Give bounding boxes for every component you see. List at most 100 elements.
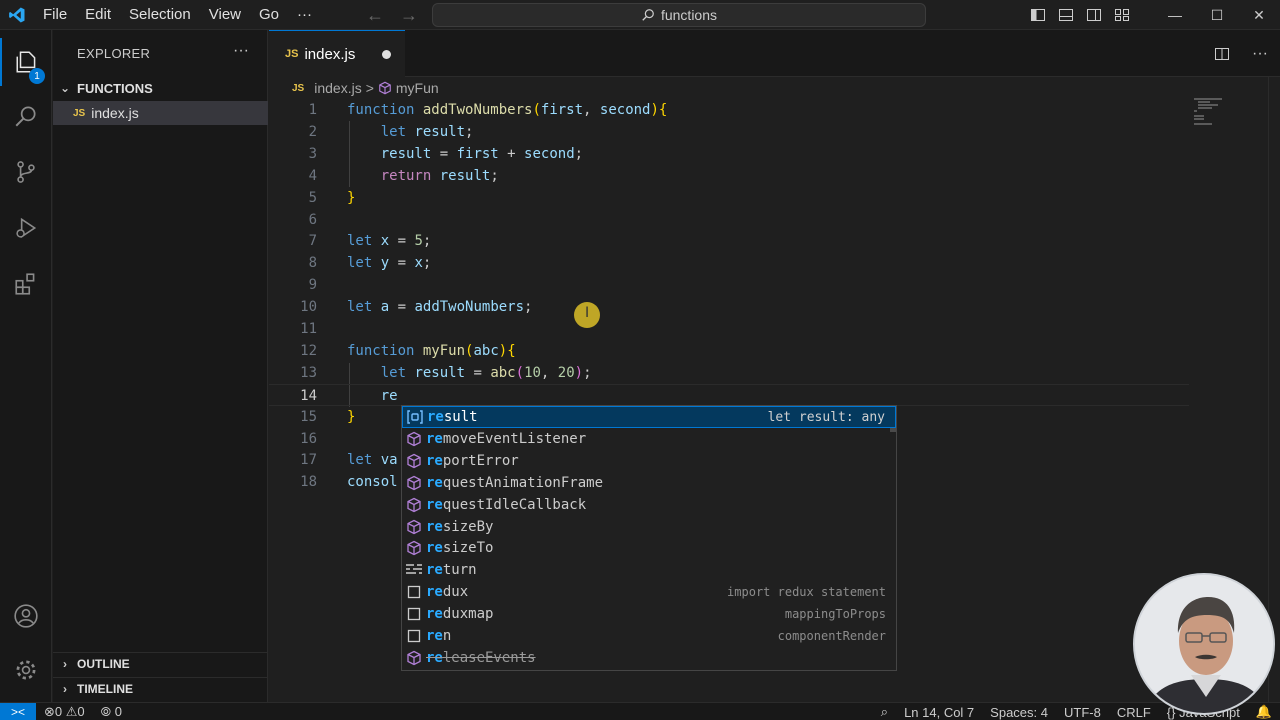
suggestion-item[interactable]: redux import redux statement xyxy=(402,581,896,603)
explorer-icon[interactable]: 1 xyxy=(0,38,52,86)
run-debug-icon[interactable] xyxy=(0,204,52,252)
close-icon[interactable]: ✕ xyxy=(1238,0,1280,30)
code-line[interactable]: 5} xyxy=(269,187,1189,209)
search-icon[interactable] xyxy=(0,92,52,140)
code-line[interactable]: 10 let a = addTwoNumbers; xyxy=(269,296,1189,318)
menu-selection[interactable]: Selection xyxy=(120,0,200,30)
accounts-icon[interactable] xyxy=(0,592,52,640)
timeline-section[interactable]: › TIMELINE xyxy=(53,677,268,699)
code-line[interactable]: 2 let result; xyxy=(269,121,1189,143)
minimize-icon[interactable]: — xyxy=(1154,0,1196,30)
toggle-secondary-sidebar-icon[interactable] xyxy=(1086,7,1102,23)
timeline-label: TIMELINE xyxy=(77,681,133,696)
outline-section[interactable]: › OUTLINE xyxy=(53,652,268,674)
code-line[interactable]: 9 xyxy=(269,274,1189,296)
suggestion-item[interactable]: return xyxy=(402,559,896,581)
code-line[interactable]: 14 re xyxy=(269,383,1189,406)
code-text: } xyxy=(347,189,356,206)
remote-indicator-icon[interactable]: >< xyxy=(0,702,36,720)
forward-arrow-icon[interactable]: → xyxy=(400,5,418,26)
code-line[interactable]: 12 function myFun(abc){ xyxy=(269,340,1189,362)
end-of-line[interactable]: CRLF xyxy=(1109,705,1159,720)
code-text: function addTwoNumbers(first, second){ xyxy=(347,102,668,118)
suggestion-item[interactable]: requestAnimationFrame xyxy=(402,472,896,494)
tab-index-js[interactable]: JS index.js xyxy=(269,30,405,77)
maximize-icon[interactable]: ☐ xyxy=(1196,0,1238,30)
command-center-search[interactable]: functions xyxy=(432,3,926,27)
breadcrumb: JS index.js > myFun xyxy=(292,78,439,98)
line-number: 14 xyxy=(300,387,317,404)
cursor-position[interactable]: Ln 14, Col 7 xyxy=(896,705,982,720)
source-control-icon[interactable] xyxy=(0,148,52,196)
file-index-js[interactable]: JS index.js xyxy=(53,101,268,125)
breadcrumb-file[interactable]: index.js xyxy=(314,80,361,96)
suggestion-item[interactable]: removeEventListener xyxy=(402,428,896,450)
suggestion-item[interactable]: releaseEvents xyxy=(402,647,896,669)
variable-icon xyxy=(403,410,427,424)
unsaved-dot-icon[interactable] xyxy=(382,50,391,59)
toggle-primary-sidebar-icon[interactable] xyxy=(1030,7,1046,23)
indentation[interactable]: Spaces: 4 xyxy=(982,705,1056,720)
suggestion-item[interactable]: requestIdleCallback xyxy=(402,494,896,516)
breadcrumb-symbol[interactable]: myFun xyxy=(396,80,439,96)
line-number: 12 xyxy=(300,342,317,359)
suggestion-label: return xyxy=(426,562,477,579)
broadcast-icon: ⦾ xyxy=(100,703,112,719)
sidebar-more-button[interactable]: ··· xyxy=(233,42,249,60)
snippet-icon xyxy=(402,607,426,621)
minimap[interactable] xyxy=(1194,98,1234,138)
command-center-label: functions xyxy=(660,7,718,23)
code-text: let y = x; xyxy=(347,255,432,272)
zoom-icon[interactable]: ⌕ xyxy=(873,704,896,720)
menu-go[interactable]: Go xyxy=(250,0,288,30)
text-cursor-icon: I xyxy=(585,305,590,321)
code-line[interactable]: 13 let result = abc(10, 20); xyxy=(269,362,1189,384)
javascript-file-icon: JS xyxy=(285,48,299,60)
menu-view[interactable]: View xyxy=(200,0,250,30)
split-editor-icon[interactable] xyxy=(1214,46,1230,62)
method-icon xyxy=(402,431,426,447)
code-line[interactable]: 6 xyxy=(269,209,1189,231)
chevron-right-icon: › xyxy=(63,656,67,671)
code-line[interactable]: 1 function addTwoNumbers(first, second){ xyxy=(269,99,1189,121)
editor-more-icon[interactable]: ··· xyxy=(1252,45,1268,63)
folder-functions[interactable]: ⌄ FUNCTIONS xyxy=(53,77,268,99)
settings-gear-icon[interactable] xyxy=(0,646,52,694)
suggestion-item[interactable]: resizeTo xyxy=(402,537,896,559)
editor-scrollbar[interactable] xyxy=(1268,77,1280,702)
back-arrow-icon[interactable]: ← xyxy=(366,5,384,26)
extensions-icon[interactable] xyxy=(0,260,52,308)
folder-label: FUNCTIONS xyxy=(77,80,153,96)
suggestion-item[interactable]: resizeBy xyxy=(402,516,896,538)
code-text: let va xyxy=(347,452,398,469)
code-line[interactable]: 11 xyxy=(269,318,1189,340)
menu-more[interactable]: ··· xyxy=(288,0,321,30)
ports-indicator[interactable]: ⦾ 0 xyxy=(93,704,130,720)
line-number: 16 xyxy=(300,430,317,447)
menu-edit[interactable]: Edit xyxy=(76,0,120,30)
breadcrumb-separator: > xyxy=(365,80,374,96)
toggle-panel-icon[interactable] xyxy=(1058,7,1074,23)
activity-bar: 1 xyxy=(0,30,52,702)
suggestion-item[interactable]: ren componentRender xyxy=(402,625,896,647)
warning-count: 0 xyxy=(77,703,85,719)
code-line[interactable]: 3 result = first + second; xyxy=(269,143,1189,165)
line-number: 15 xyxy=(300,408,317,425)
customize-layout-icon[interactable] xyxy=(1114,7,1130,23)
code-line[interactable]: 7 let x = 5; xyxy=(269,230,1189,252)
suggestion-label: reportError xyxy=(426,452,519,469)
menu-file[interactable]: File xyxy=(34,0,76,30)
encoding[interactable]: UTF-8 xyxy=(1056,705,1109,720)
suggestion-label: requestIdleCallback xyxy=(426,496,587,513)
suggestion-detail: import redux statement xyxy=(727,585,886,600)
suggestion-item[interactable]: reportError xyxy=(402,450,896,472)
suggestion-item[interactable]: reduxmap mappingToProps xyxy=(402,603,896,625)
ports-count: 0 xyxy=(114,703,122,719)
notifications-bell-icon[interactable]: 🔔 xyxy=(1248,704,1280,720)
chevron-right-icon: › xyxy=(63,681,67,696)
code-line[interactable]: 4 return result; xyxy=(269,165,1189,187)
suggestion-label: releaseEvents xyxy=(426,649,536,666)
problems-indicator[interactable]: ⊗0 ⚠0 xyxy=(36,704,93,720)
suggestion-item[interactable]: result let result: any xyxy=(402,406,896,428)
code-line[interactable]: 8 let y = x; xyxy=(269,252,1189,274)
